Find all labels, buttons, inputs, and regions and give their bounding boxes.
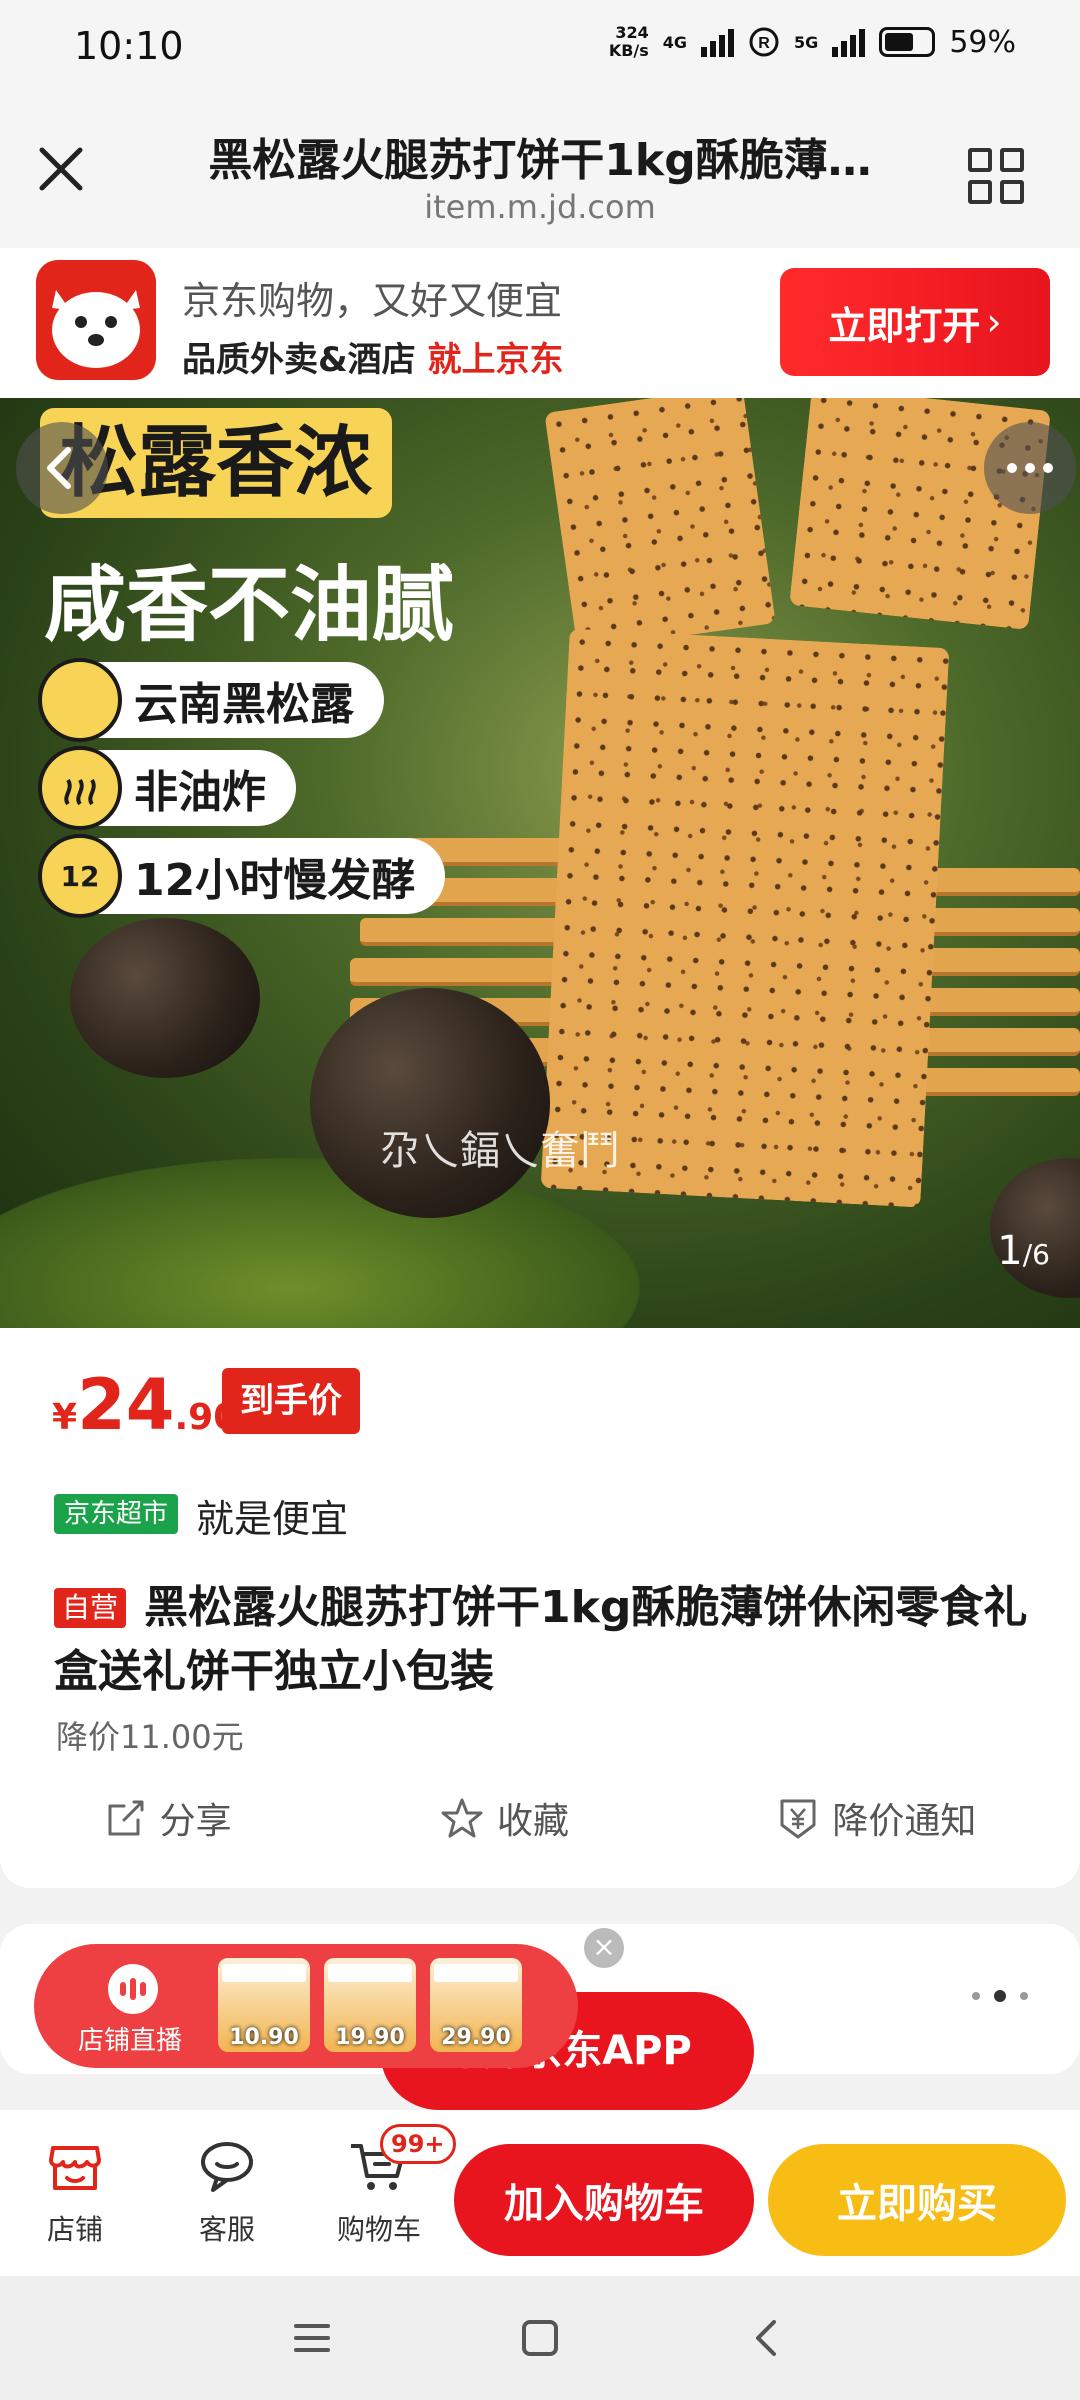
shop-icon bbox=[43, 2134, 107, 2198]
chat-icon bbox=[195, 2134, 259, 2198]
feature-pill: 12 12小时慢发酵 bbox=[38, 834, 446, 918]
truffle-slice-image bbox=[70, 918, 260, 1078]
live-product-price: 19.90 bbox=[335, 2025, 405, 2050]
net-speed-value: 324 bbox=[615, 23, 649, 42]
shop-label: 店铺 bbox=[46, 2213, 103, 2246]
banner-subtitle-prefix: 品质外卖&酒店 bbox=[182, 340, 416, 380]
close-icon: × bbox=[592, 1930, 616, 1963]
page-url: item.m.jd.com bbox=[424, 188, 656, 226]
favorite-label: 收藏 bbox=[496, 1801, 569, 1842]
net-speed: 324 KB/s bbox=[609, 24, 649, 60]
menu-grid-icon[interactable] bbox=[968, 148, 1024, 204]
open-app-label: 立即打开 bbox=[828, 303, 981, 348]
battery-percent: 59% bbox=[949, 24, 1016, 60]
menu-icon[interactable] bbox=[290, 2316, 334, 2360]
product-actions: 分享 收藏 降价通知 bbox=[0, 1778, 1080, 1858]
jd-logo bbox=[36, 260, 156, 380]
product-price: ¥24.90 bbox=[52, 1364, 238, 1446]
browser-title-bar: 黑松露火腿苏打饼干1kg酥脆薄… item.m.jd.com bbox=[0, 96, 1080, 248]
chevron-left-icon bbox=[47, 447, 71, 489]
feature-label: 非油炸 bbox=[134, 767, 266, 818]
app-download-banner: 京东购物，又好又便宜 品质外卖&酒店 就上京东 立即打开 › bbox=[0, 248, 1080, 398]
signal-icon bbox=[701, 27, 735, 57]
network-4g-label: 4G bbox=[662, 32, 688, 52]
truffle-icon bbox=[38, 658, 122, 742]
price-alert-label: 降价通知 bbox=[832, 1801, 977, 1842]
shop-tab[interactable]: 店铺 bbox=[20, 2134, 130, 2248]
price-integer: 24 bbox=[77, 1364, 175, 1446]
pager-total: /6 bbox=[1022, 1238, 1050, 1271]
price-tag-icon bbox=[780, 1799, 816, 1839]
banner-subtitle: 品质外卖&酒店 就上京东 bbox=[182, 332, 564, 381]
add-to-cart-button[interactable]: 加入购物车 bbox=[454, 2144, 754, 2256]
product-title: 黑松露火腿苏打饼干1kg酥脆薄饼休闲零食礼盒送礼饼干独立小包装 bbox=[54, 1582, 1028, 1697]
home-icon[interactable] bbox=[518, 2316, 562, 2360]
cracker-image bbox=[544, 398, 776, 651]
page-title: 黑松露火腿苏打饼干1kg酥脆薄… bbox=[208, 135, 872, 186]
net-speed-unit: KB/s bbox=[608, 41, 649, 60]
carousel-dots bbox=[972, 1990, 1028, 2002]
banner-slogan: 京东购物，又好又便宜 bbox=[182, 279, 563, 323]
price-alert-button[interactable]: 降价通知 bbox=[776, 1792, 976, 1844]
product-info-card: ¥24.90 到手价 京东超市 就是便宜 黑松露火腿苏打饼干1kg酥脆薄饼休闲零… bbox=[0, 1328, 1080, 1888]
battery-icon bbox=[879, 27, 936, 57]
self-operated-badge: 自营 bbox=[54, 1588, 127, 1628]
close-icon[interactable] bbox=[34, 142, 88, 196]
supermarket-badge[interactable]: 京东超市 bbox=[54, 1494, 179, 1534]
status-time: 10:10 bbox=[74, 24, 184, 68]
share-icon bbox=[108, 1800, 144, 1836]
open-app-button[interactable]: 立即打开 › bbox=[780, 268, 1050, 376]
customer-service-tab[interactable]: 客服 bbox=[172, 2134, 282, 2248]
live-label: 店铺直播 bbox=[78, 2026, 183, 2056]
feature-label: 云南黑松露 bbox=[134, 679, 354, 730]
system-navigation-bar bbox=[0, 2276, 1080, 2400]
cart-count-badge: 99+ bbox=[380, 2124, 456, 2164]
store-live-bar[interactable]: 店铺直播 10.90 19.90 29.90 bbox=[34, 1944, 578, 2068]
cart-label: 购物车 bbox=[336, 2213, 421, 2246]
pager-current: 1 bbox=[997, 1228, 1023, 1274]
live-product-price: 29.90 bbox=[441, 2025, 511, 2050]
more-options-button[interactable] bbox=[984, 422, 1076, 514]
image-pager: 1/6 bbox=[997, 1228, 1050, 1274]
live-product-thumb[interactable]: 29.90 bbox=[430, 1958, 522, 2052]
favorite-button[interactable]: 收藏 bbox=[439, 1792, 569, 1844]
share-label: 分享 bbox=[159, 1801, 232, 1842]
truffle-image bbox=[310, 988, 550, 1218]
price-drop-text: 降价11.00元 bbox=[56, 1718, 244, 1756]
feature-pill: 云南黑松露 bbox=[38, 658, 384, 742]
live-icon bbox=[108, 1964, 158, 2014]
svg-text:R: R bbox=[758, 35, 770, 52]
product-image-carousel[interactable]: 松露香浓 咸香不油腻 云南黑松露 非油炸 12 12小时慢发酵 尕乀鍢乀奮鬥 1… bbox=[0, 398, 1080, 1328]
store-slogan: 就是便宜 bbox=[196, 1497, 349, 1541]
network-5g-label: 5G bbox=[794, 32, 819, 52]
final-price-tag: 到手价 bbox=[222, 1368, 360, 1434]
feature-pill: 非油炸 bbox=[38, 746, 296, 830]
status-icons: 324 KB/s 4G R 5G 59% bbox=[609, 24, 1016, 60]
back-button[interactable] bbox=[16, 422, 108, 514]
banner-subtitle-highlight: 就上京东 bbox=[427, 340, 564, 380]
signal-icon-2 bbox=[832, 27, 866, 57]
service-label: 客服 bbox=[198, 2213, 255, 2246]
bottom-action-bar: 店铺 客服 购物车 99+ 加入购物车 立即购买 bbox=[0, 2110, 1080, 2276]
star-icon bbox=[441, 1798, 483, 1838]
clock-12-icon: 12 bbox=[38, 834, 122, 918]
more-dots-icon bbox=[1007, 463, 1053, 473]
share-button[interactable]: 分享 bbox=[104, 1792, 232, 1844]
clock-icon-text: 12 bbox=[60, 859, 100, 893]
live-product-thumb[interactable]: 10.90 bbox=[218, 1958, 310, 2052]
hero-headline-2: 咸香不油腻 bbox=[44, 558, 455, 653]
chevron-right-icon: › bbox=[986, 300, 1002, 344]
live-close-button[interactable]: × bbox=[584, 1928, 624, 1968]
currency-symbol: ¥ bbox=[52, 1397, 78, 1438]
status-bar: 10:10 324 KB/s 4G R 5G 59% bbox=[0, 0, 1080, 96]
back-icon[interactable] bbox=[746, 2316, 790, 2360]
registered-icon: R bbox=[749, 27, 779, 57]
feature-label: 12小时慢发酵 bbox=[134, 855, 416, 906]
live-product-thumb[interactable]: 19.90 bbox=[324, 1958, 416, 2052]
steam-icon bbox=[38, 746, 122, 830]
image-watermark: 尕乀鍢乀奮鬥 bbox=[380, 1128, 620, 1174]
live-product-price: 10.90 bbox=[229, 2025, 299, 2050]
buy-now-button[interactable]: 立即购买 bbox=[768, 2144, 1066, 2256]
